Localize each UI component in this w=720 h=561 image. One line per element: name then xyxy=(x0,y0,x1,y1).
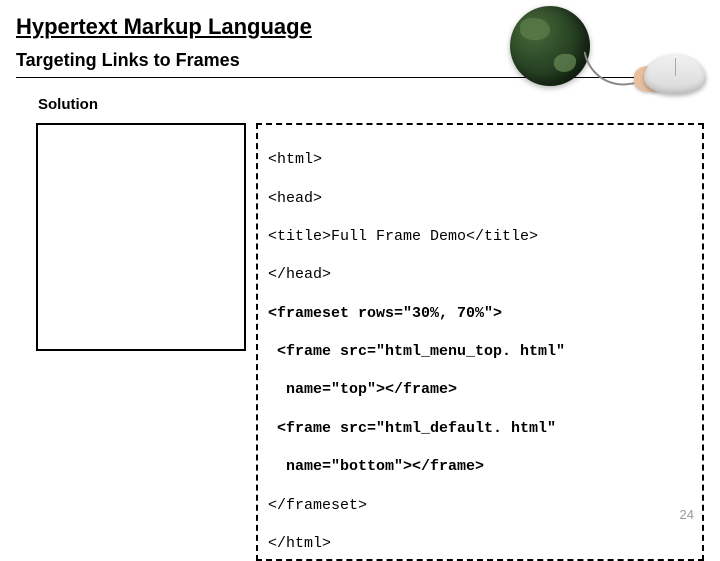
solution-heading: Solution xyxy=(38,96,704,113)
code-line: name="top"></frame> xyxy=(268,380,692,399)
code-line: name="bottom"></frame> xyxy=(268,457,692,476)
code-line: <frame src="html_default. html" xyxy=(268,419,692,438)
code-line: <head> xyxy=(268,189,692,208)
code-line: </head> xyxy=(268,265,692,284)
decorative-globe-mouse-image xyxy=(460,6,710,98)
code-line: </frameset> xyxy=(268,496,692,515)
earth-globe-icon xyxy=(510,6,590,86)
code-line: <frame src="html_menu_top. html" xyxy=(268,342,692,361)
code-example-box: <html> <head> <title>Full Frame Demo</ti… xyxy=(256,123,704,561)
computer-mouse-icon xyxy=(644,54,706,94)
code-line: <title>Full Frame Demo</title> xyxy=(268,227,692,246)
page-number: 24 xyxy=(680,507,694,522)
code-line: <frameset rows="30%, 70%"> xyxy=(268,304,692,323)
code-line: </html> xyxy=(268,534,692,553)
code-line: <html> xyxy=(268,150,692,169)
preview-placeholder-box xyxy=(36,123,246,351)
